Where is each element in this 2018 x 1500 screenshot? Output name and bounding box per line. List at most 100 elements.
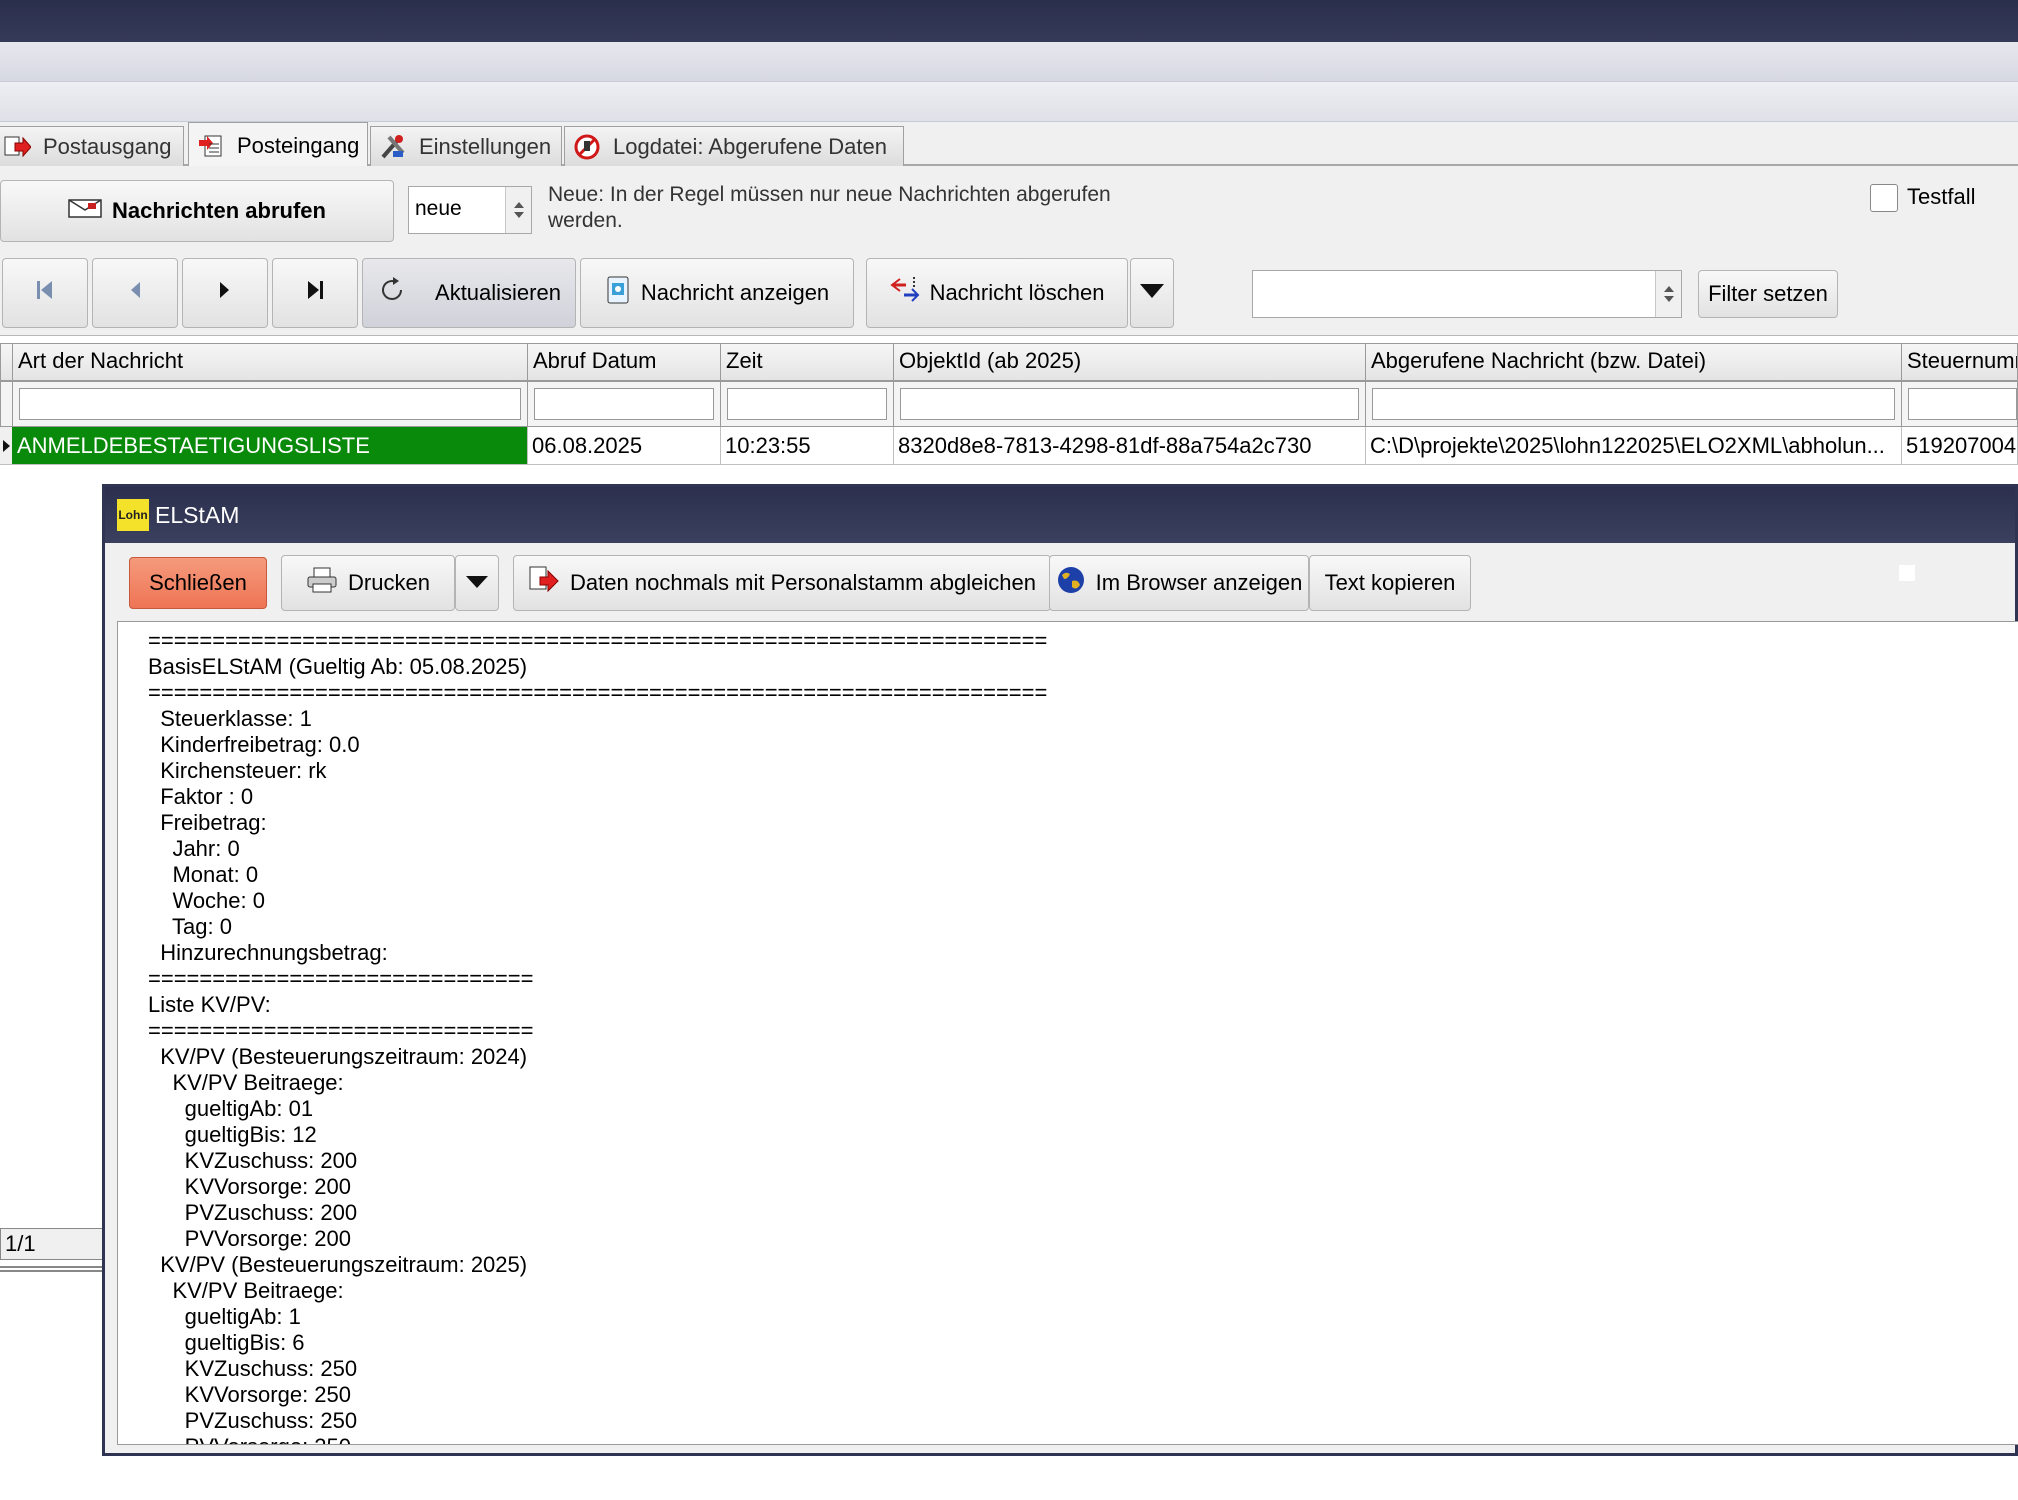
text-line: KVVorsorge: 200	[148, 1174, 352, 1199]
dialog-toolbar: Schließen Drucken Daten nochmals mit Per…	[105, 543, 2015, 621]
tab-logdatei[interactable]: Logdatei: Abgerufene Daten	[564, 126, 904, 166]
print-button[interactable]: Drucken	[281, 555, 455, 611]
dialog-title-bar[interactable]: Lohn ELStAM	[105, 487, 2015, 543]
text-line: KV/PV Beitraege:	[148, 1070, 344, 1095]
copy-text-label: Text kopieren	[1324, 570, 1456, 595]
tab-postausgang[interactable]: Postausgang	[0, 126, 184, 166]
column-header[interactable]: Abgerufene Nachricht (bzw. Datei)	[1365, 343, 1902, 381]
filter-set-button[interactable]: Filter setzen	[1698, 270, 1838, 318]
fetch-mode-spinner[interactable]	[505, 187, 531, 233]
fetch-messages-button[interactable]: Nachrichten abrufen	[0, 180, 394, 242]
column-header[interactable]: Art der Nachricht	[12, 343, 528, 381]
column-filter-cell	[12, 381, 528, 427]
column-filter-cell	[893, 381, 1366, 427]
text-line: gueltigAb: 01	[148, 1096, 314, 1121]
table-cell[interactable]: 10:23:55	[720, 427, 894, 465]
copy-text-button[interactable]: Text kopieren	[1309, 555, 1471, 611]
column-filter-input[interactable]	[900, 388, 1359, 420]
filter-spinner[interactable]	[1655, 271, 1681, 317]
text-line: Kirchensteuer: rk	[148, 758, 327, 783]
column-filter-cell	[1901, 381, 2018, 427]
compare-personnel-button[interactable]: Daten nochmals mit Personalstamm abgleic…	[513, 555, 1051, 611]
delete-message-label: Nachricht löschen	[929, 280, 1105, 305]
first-record-button[interactable]	[2, 258, 88, 328]
text-line: KVZuschuss: 200	[148, 1148, 358, 1173]
text-line: PVZuschuss: 200	[148, 1200, 358, 1225]
tab-label: Logdatei: Abgerufene Daten	[613, 133, 888, 159]
fetch-toolbar: Nachrichten abrufen neue Neue: In der Re…	[0, 166, 2018, 256]
column-filter-input[interactable]	[1372, 388, 1895, 420]
text-line: PVVorsorge: 200	[148, 1226, 352, 1251]
elstam-dialog: Lohn ELStAM Schließen Drucken Daten noch…	[102, 484, 2018, 1456]
tab-posteingang[interactable]: Posteingang	[188, 122, 368, 168]
column-filter-cell	[527, 381, 721, 427]
table-cell[interactable]: C:\D\projekte\2025\lohn122025\ELO2XML\ab…	[1365, 427, 1902, 465]
printer-icon	[306, 566, 338, 600]
delete-message-button[interactable]: Nachricht löschen	[866, 258, 1128, 328]
refresh-icon	[377, 275, 407, 311]
text-line: Jahr: 0	[148, 836, 240, 861]
print-options-dropdown[interactable]	[455, 555, 499, 611]
previous-record-button[interactable]	[92, 258, 178, 328]
testfall-checkbox[interactable]	[1870, 184, 1898, 212]
text-line: Hinzurechnungsbetrag:	[148, 940, 388, 965]
refresh-button[interactable]: Aktualisieren	[362, 258, 576, 328]
column-header[interactable]: ObjektId (ab 2025)	[893, 343, 1366, 381]
elstam-text-area[interactable]: ============================== ==========…	[117, 621, 2018, 1445]
delete-options-dropdown[interactable]	[1130, 258, 1174, 328]
close-label: Schließen	[149, 570, 247, 595]
tab-einstellungen[interactable]: Einstellungen	[370, 126, 562, 166]
text-line: ========================================…	[148, 680, 1048, 705]
window-title-bar	[0, 0, 2018, 42]
text-line: KVVorsorge: 250	[148, 1382, 352, 1407]
menu-band	[0, 42, 2018, 82]
column-filter-input[interactable]	[1908, 388, 2017, 420]
column-filter-input[interactable]	[19, 388, 521, 420]
navigation-toolbar: Aktualisieren Nachricht anzeigen Nachric…	[0, 256, 2018, 336]
column-header[interactable]: Zeit	[720, 343, 894, 381]
text-line: KV/PV Beitraege:	[148, 1278, 344, 1303]
text-line: ========================================…	[148, 628, 1048, 653]
text-line: KV/PV (Besteuerungszeitraum: 2025)	[148, 1252, 528, 1277]
last-record-button[interactable]	[272, 258, 358, 328]
text-line: Faktor : 0	[148, 784, 254, 809]
table-cell[interactable]: 519207004	[1901, 427, 2018, 465]
table-cell[interactable]: 06.08.2025	[527, 427, 721, 465]
table-cell[interactable]: 8320d8e8-7813-4298-81df-88a754a2c730	[893, 427, 1366, 465]
fetch-mode-select[interactable]: neue	[408, 186, 532, 234]
column-filter-input[interactable]	[727, 388, 887, 420]
column-filter-cell	[1365, 381, 1902, 427]
document-arrow-icon	[528, 565, 560, 601]
chevron-down-icon	[464, 570, 490, 596]
messages-grid: Art der Nachricht Abruf Datum Zeit Objek…	[0, 343, 2018, 473]
text-line: Woche: 0	[148, 888, 265, 913]
skip-last-icon	[306, 279, 324, 307]
column-filter-input[interactable]	[534, 388, 714, 420]
text-line: Kinderfreibetrag: 0.0	[148, 732, 360, 757]
tab-label: Postausgang	[43, 133, 172, 159]
filter-select[interactable]	[1252, 270, 1682, 318]
show-message-label: Nachricht anzeigen	[640, 280, 830, 305]
message-doc-icon	[605, 275, 631, 311]
envelope-icon	[68, 197, 102, 225]
fetch-messages-label: Nachrichten abrufen	[112, 198, 326, 223]
show-in-browser-label: Im Browser anzeigen	[1095, 570, 1303, 595]
show-message-button[interactable]: Nachricht anzeigen	[580, 258, 854, 328]
next-record-button[interactable]	[182, 258, 268, 328]
column-header[interactable]: Steuernumm	[1901, 343, 2018, 381]
next-icon	[218, 279, 232, 307]
close-button[interactable]: Schließen	[129, 557, 267, 609]
filter-set-label: Filter setzen	[1708, 281, 1828, 306]
table-cell[interactable]: ANMELDEBESTAETIGUNGSLISTE	[12, 427, 528, 465]
log-stop-icon	[573, 133, 601, 161]
fetch-mode-value: neue	[415, 197, 462, 220]
dialog-indicator	[1899, 565, 1915, 581]
lohn-logo: Lohn	[117, 499, 149, 531]
globe-icon	[1056, 565, 1086, 601]
text-line: Freibetrag:	[148, 810, 267, 835]
show-in-browser-button[interactable]: Im Browser anzeigen	[1049, 555, 1309, 611]
row-pointer-icon	[3, 440, 10, 452]
text-line: Tag: 0	[148, 914, 232, 939]
print-label: Drucken	[348, 570, 430, 595]
column-header[interactable]: Abruf Datum	[527, 343, 721, 381]
